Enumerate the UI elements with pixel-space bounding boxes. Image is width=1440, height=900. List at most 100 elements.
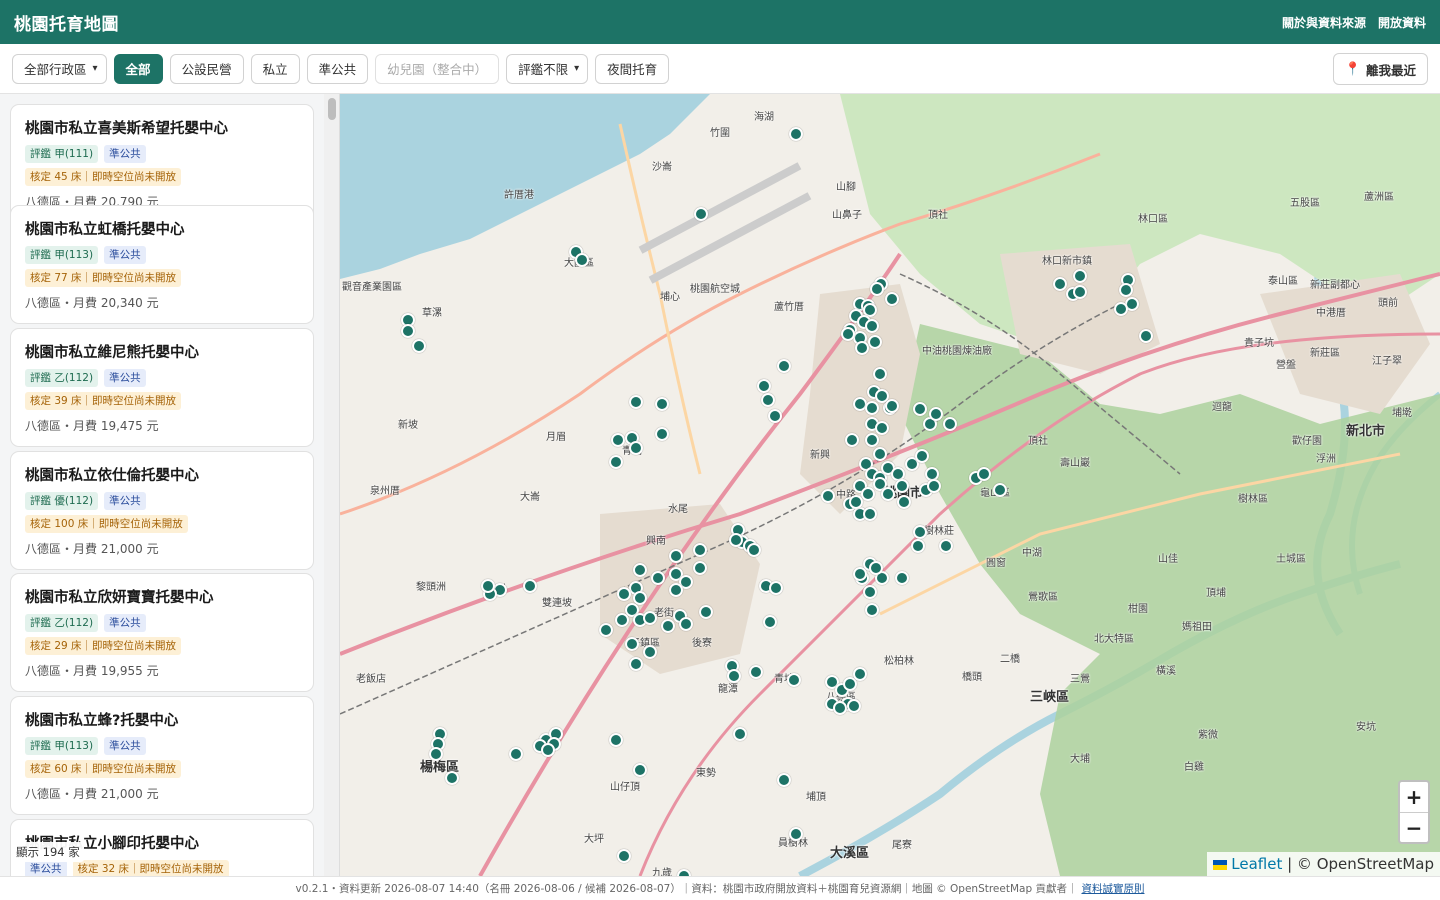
facility-card[interactable]: 桃園市私立欣妍寶寶托嬰中心 評鑑 乙(112) 準公共 核定 29 床｜即時空位… xyxy=(10,573,314,692)
filter-private-button[interactable]: 私立 xyxy=(250,53,300,84)
facility-marker[interactable] xyxy=(847,699,861,713)
facility-marker[interactable] xyxy=(833,701,847,715)
facility-marker[interactable] xyxy=(863,507,877,521)
facility-marker[interactable] xyxy=(885,292,899,306)
facility-marker[interactable] xyxy=(629,395,643,409)
facility-marker[interactable] xyxy=(655,427,669,441)
facility-marker[interactable] xyxy=(699,605,713,619)
facility-marker[interactable] xyxy=(993,483,1007,497)
facility-marker[interactable] xyxy=(943,417,957,431)
facility-marker[interactable] xyxy=(868,335,882,349)
facility-marker[interactable] xyxy=(609,455,623,469)
facility-marker[interactable] xyxy=(611,433,625,447)
facility-marker[interactable] xyxy=(911,539,925,553)
facility-marker[interactable] xyxy=(401,324,415,338)
facility-marker[interactable] xyxy=(897,495,911,509)
facility-marker[interactable] xyxy=(677,869,691,876)
data-honesty-link[interactable]: 資料誠實原則 xyxy=(1081,881,1144,896)
facility-marker[interactable] xyxy=(643,611,657,625)
filter-public-private-button[interactable]: 公設民營 xyxy=(169,53,244,84)
facility-marker[interactable] xyxy=(625,637,639,651)
facility-marker[interactable] xyxy=(865,433,879,447)
facility-marker[interactable] xyxy=(863,585,877,599)
scrollbar[interactable] xyxy=(328,96,336,874)
facility-marker[interactable] xyxy=(939,539,953,553)
facility-marker[interactable] xyxy=(861,487,875,501)
facility-marker[interactable] xyxy=(761,393,775,407)
facility-marker[interactable] xyxy=(895,479,909,493)
facility-marker[interactable] xyxy=(865,603,879,617)
near-me-button[interactable]: 📍 離我最近 xyxy=(1332,53,1428,85)
open-data-link[interactable]: 開放資料 xyxy=(1378,14,1426,31)
facility-marker[interactable] xyxy=(841,327,855,341)
facility-marker[interactable] xyxy=(669,549,683,563)
facility-marker[interactable] xyxy=(855,341,869,355)
facility-marker[interactable] xyxy=(873,447,887,461)
facility-card[interactable]: 桃園市私立依仕倫托嬰中心 評鑑 優(112) 準公共 核定 100 床｜即時空位… xyxy=(10,451,314,570)
facility-marker[interactable] xyxy=(777,773,791,787)
facility-marker[interactable] xyxy=(1139,329,1153,343)
facility-marker[interactable] xyxy=(865,319,879,333)
filter-all-button[interactable]: 全部 xyxy=(113,53,163,84)
facility-marker[interactable] xyxy=(870,282,884,296)
facility-marker[interactable] xyxy=(429,747,443,761)
facility-marker[interactable] xyxy=(609,733,623,747)
facility-marker[interactable] xyxy=(757,379,771,393)
facility-marker[interactable] xyxy=(617,849,631,863)
facility-marker[interactable] xyxy=(729,533,743,547)
facility-marker[interactable] xyxy=(643,645,657,659)
facility-marker[interactable] xyxy=(885,399,899,413)
facility-marker[interactable] xyxy=(865,401,879,415)
facility-marker[interactable] xyxy=(693,561,707,575)
facility-marker[interactable] xyxy=(445,771,459,785)
facility-marker[interactable] xyxy=(727,669,741,683)
osm-attribution[interactable]: © OpenStreetMap xyxy=(1297,855,1434,873)
facility-marker[interactable] xyxy=(679,617,693,631)
zoom-out-button[interactable]: − xyxy=(1400,812,1428,842)
facility-marker[interactable] xyxy=(617,587,631,601)
leaflet-link[interactable]: Leaflet xyxy=(1231,855,1282,873)
facility-marker[interactable] xyxy=(853,567,867,581)
facility-marker[interactable] xyxy=(481,579,495,593)
facility-marker[interactable] xyxy=(1073,285,1087,299)
district-select[interactable]: 全部行政區 ▾ xyxy=(12,53,107,84)
facility-card[interactable]: 桃園市私立蜂?托嬰中心 評鑑 甲(113) 準公共 核定 60 床｜即時空位尚未… xyxy=(10,696,314,815)
facility-marker[interactable] xyxy=(845,433,859,447)
facility-marker[interactable] xyxy=(1053,277,1067,291)
facility-marker[interactable] xyxy=(787,673,801,687)
filter-quasi-public-button[interactable]: 準公共 xyxy=(306,53,369,84)
facility-marker[interactable] xyxy=(412,339,426,353)
map-view[interactable]: 竹圍 海湖 沙崙 許厝港 大園區 山腳 山鼻子 頂社 林口區 林口新市鎮 五股區… xyxy=(340,94,1440,876)
facility-marker[interactable] xyxy=(915,449,929,463)
facility-card[interactable]: 桃園市私立維尼熊托嬰中心 評鑑 乙(112) 準公共 核定 39 床｜即時空位尚… xyxy=(10,328,314,447)
facility-marker[interactable] xyxy=(769,581,783,595)
scrollbar-thumb[interactable] xyxy=(328,98,336,120)
facility-marker[interactable] xyxy=(541,743,555,757)
facility-marker[interactable] xyxy=(651,571,665,585)
facility-marker[interactable] xyxy=(733,727,747,741)
facility-marker[interactable] xyxy=(629,657,643,671)
facility-marker[interactable] xyxy=(655,397,669,411)
facility-marker[interactable] xyxy=(869,561,883,575)
facility-marker[interactable] xyxy=(633,563,647,577)
facility-marker[interactable] xyxy=(977,467,991,481)
evaluation-select[interactable]: 評鑑不限 ▾ xyxy=(506,53,589,84)
facility-marker[interactable] xyxy=(763,615,777,629)
facility-marker[interactable] xyxy=(747,543,761,557)
facility-marker[interactable] xyxy=(768,409,782,423)
facility-marker[interactable] xyxy=(913,525,927,539)
facility-marker[interactable] xyxy=(821,489,835,503)
facility-marker[interactable] xyxy=(509,747,523,761)
facility-marker[interactable] xyxy=(599,623,613,637)
night-care-button[interactable]: 夜間托育 xyxy=(595,53,670,84)
facility-card[interactable]: 桃園市私立虹橋托嬰中心 評鑑 甲(113) 準公共 核定 77 床｜即時空位尚未… xyxy=(10,205,314,324)
facility-marker[interactable] xyxy=(789,127,803,141)
facility-marker[interactable] xyxy=(789,827,803,841)
facility-marker[interactable] xyxy=(575,253,589,267)
zoom-in-button[interactable]: + xyxy=(1400,782,1428,812)
facility-marker[interactable] xyxy=(927,479,941,493)
facility-marker[interactable] xyxy=(873,367,887,381)
facility-marker[interactable] xyxy=(895,571,909,585)
facility-marker[interactable] xyxy=(1114,302,1128,316)
facility-marker[interactable] xyxy=(1119,283,1133,297)
